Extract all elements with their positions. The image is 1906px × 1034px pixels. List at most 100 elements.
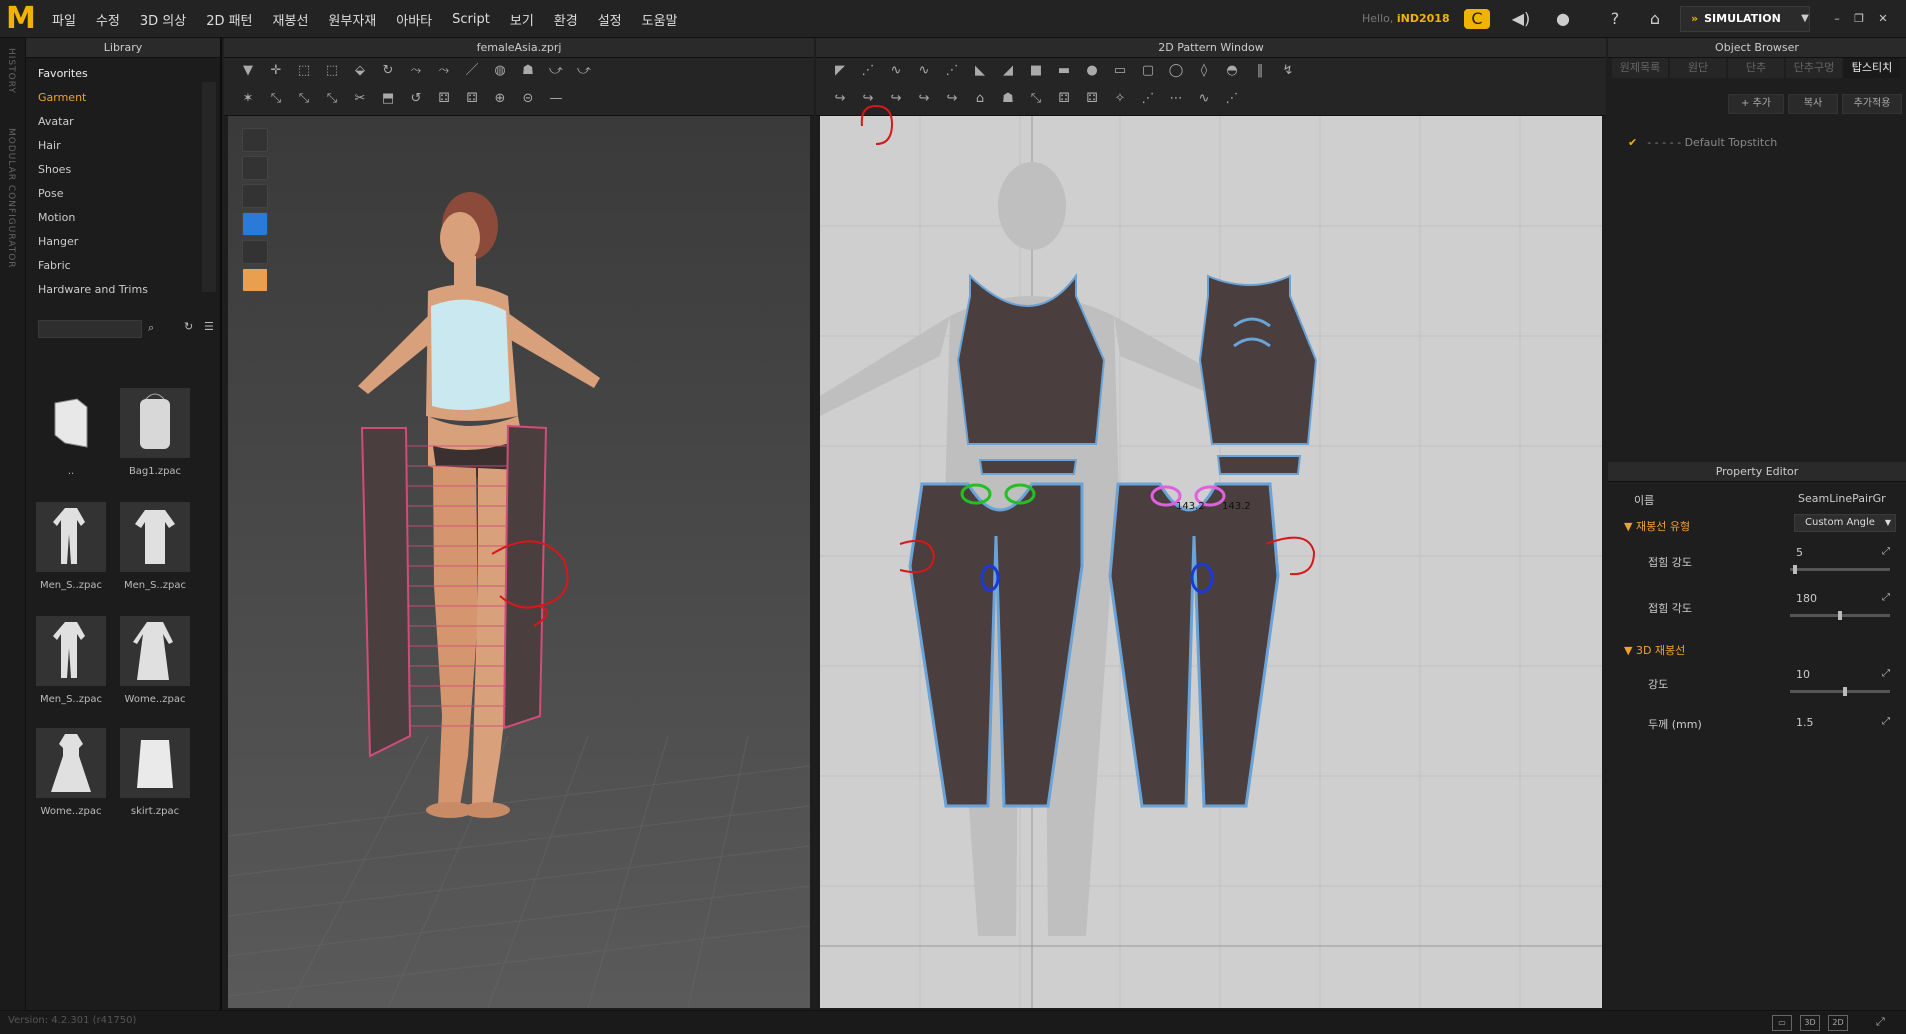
3d-view-button[interactable]: 3D — [1800, 1015, 1820, 1031]
free-topstitch-icon[interactable]: ∿ — [1193, 90, 1215, 108]
fold-tool-icon[interactable]: ⬒ — [377, 90, 399, 108]
box-select-icon[interactable]: ⬚ — [293, 62, 315, 80]
dart-icon[interactable]: ◊ — [1193, 62, 1215, 80]
seam-icon[interactable]: ⤳ — [405, 62, 427, 80]
list-view-icon[interactable]: ☰ — [204, 320, 214, 333]
pin-icon[interactable]: ⤳ — [433, 62, 455, 80]
zipper-icon[interactable]: — — [545, 90, 567, 108]
garment-tool-icon[interactable]: ☗ — [517, 62, 539, 80]
refresh-icon[interactable]: ↻ — [184, 320, 193, 333]
menu-materials[interactable]: 원부자재 — [328, 10, 376, 29]
3d-viewport[interactable] — [227, 116, 811, 1009]
strength-value[interactable]: 10 — [1796, 668, 1810, 681]
edit-point-icon[interactable]: ⋰ — [857, 62, 879, 80]
fold-angle-value[interactable]: 180 — [1796, 592, 1817, 605]
library-file[interactable]: skirt.zpac — [120, 728, 190, 817]
tape-icon[interactable]: ⤡ — [293, 90, 315, 108]
back-bodice-pattern[interactable] — [1198, 274, 1318, 445]
highlight-icon[interactable]: ✧ — [1109, 90, 1131, 108]
texture-tool-icon[interactable]: ⤡ — [1025, 90, 1047, 108]
restore-icon[interactable]: ❐ — [1848, 9, 1870, 29]
history-tab[interactable]: HISTORY — [6, 48, 16, 94]
internal-rect-icon[interactable]: ▢ — [1137, 62, 1159, 80]
person-icon[interactable]: ● — [1552, 9, 1574, 29]
library-file[interactable]: Wome..zpac — [36, 728, 106, 817]
segment-topstitch-icon[interactable]: ⋯ — [1165, 90, 1187, 108]
close-icon[interactable]: ✕ — [1872, 9, 1894, 29]
library-favorites[interactable]: Favorites — [26, 62, 200, 86]
texture-view-icon[interactable] — [242, 212, 268, 236]
name-value[interactable]: SeamLinePairGr — [1798, 492, 1886, 505]
sew-fold-icon[interactable]: ↪ — [913, 90, 935, 108]
menu-settings[interactable]: 설정 — [598, 10, 622, 29]
simulation-button[interactable]: » SIMULATION — [1680, 6, 1810, 32]
move-icon[interactable]: ✛ — [265, 62, 287, 80]
add-point-icon[interactable]: ⋰ — [941, 62, 963, 80]
seam-type-select[interactable]: Custom Angle ▼ — [1794, 514, 1896, 532]
menu-avatar[interactable]: 아바타 — [396, 10, 432, 29]
library-item[interactable]: Hanger — [26, 230, 200, 254]
fabric-tool-icon[interactable]: ☗ — [997, 90, 1019, 108]
menu-edit[interactable]: 수정 — [96, 10, 120, 29]
menu-view[interactable]: 보기 — [510, 10, 534, 29]
shading-icon[interactable] — [242, 240, 268, 264]
texture-icon[interactable]: ⚃ — [433, 90, 455, 108]
fold-strength-slider[interactable] — [1790, 565, 1890, 574]
menu-file[interactable]: 파일 — [52, 10, 76, 29]
pattern-grid-icon[interactable]: ⚃ — [1081, 90, 1103, 108]
rect-fill-icon[interactable]: ■ — [1025, 62, 1047, 80]
rotate-icon[interactable]: ↺ — [405, 90, 427, 108]
pleat-icon[interactable]: ‖ — [1249, 62, 1271, 80]
strength-slider[interactable] — [1790, 687, 1890, 696]
menu-script[interactable]: Script — [452, 12, 490, 27]
menu-environment[interactable]: 환경 — [554, 10, 578, 29]
sew-icon[interactable]: ↻ — [377, 62, 399, 80]
fold-icon[interactable]: ⤻ — [545, 62, 567, 80]
library-item[interactable]: Fabric — [26, 254, 200, 278]
tab-buttonhole[interactable]: 단추구멍 — [1786, 58, 1842, 78]
shirt-view-icon[interactable] — [242, 128, 268, 152]
library-item[interactable]: Pose — [26, 182, 200, 206]
library-file[interactable]: Men_S..zpac — [36, 616, 106, 705]
fabric-icon[interactable]: ◍ — [489, 62, 511, 80]
transform-icon[interactable]: ⬚ — [321, 62, 343, 80]
reset-icon[interactable]: ⤢ — [1882, 716, 1890, 727]
iron-icon[interactable]: ⌂ — [969, 90, 991, 108]
2d-select-icon[interactable]: ◤ — [829, 62, 851, 80]
select-icon[interactable]: ▼ — [237, 62, 259, 80]
library-file[interactable]: Men_S..zpac — [36, 502, 106, 591]
section-3d-seam[interactable]: ▼ 3D 재봉선 — [1624, 642, 1685, 658]
avatar-skin-icon[interactable] — [242, 268, 268, 292]
line-icon[interactable]: ／ — [461, 62, 483, 80]
split-view-button[interactable]: ▭ — [1772, 1015, 1792, 1031]
tab-fabric[interactable]: 원단 — [1670, 58, 1726, 78]
speaker-icon[interactable]: ◀) — [1510, 9, 1532, 29]
circle-icon[interactable]: ● — [1081, 62, 1103, 80]
measure-icon[interactable]: ⤡ — [265, 90, 287, 108]
thickness-value[interactable]: 1.5 — [1796, 716, 1814, 729]
segment-sew-icon[interactable]: ↪ — [829, 90, 851, 108]
user-name[interactable]: iND2018 — [1397, 12, 1450, 25]
library-file[interactable]: Bag1.zpac — [120, 388, 190, 477]
back-band-pattern[interactable] — [1216, 455, 1302, 475]
app-logo[interactable]: M — [6, 3, 36, 35]
avatar-pose-icon[interactable]: ✶ — [237, 90, 259, 108]
reset-icon[interactable]: ⤢ — [1882, 592, 1890, 603]
add-applied-button[interactable]: 추가적용 — [1842, 94, 1902, 114]
fold-strength-value[interactable]: 5 — [1796, 546, 1803, 559]
avatar-view-icon[interactable] — [242, 184, 268, 208]
polygon-icon[interactable]: ◢ — [997, 62, 1019, 80]
reset-icon[interactable]: ⤢ — [1882, 668, 1890, 679]
front-band-pattern[interactable] — [978, 459, 1078, 475]
trace-icon[interactable]: ◓ — [1221, 62, 1243, 80]
slider-handle[interactable] — [1843, 687, 1847, 696]
search-icon[interactable]: ⌕ — [148, 321, 154, 335]
graphic-icon[interactable]: ⚃ — [1053, 90, 1075, 108]
minimize-icon[interactable]: – — [1826, 9, 1848, 29]
buttonhole-icon[interactable]: ⊝ — [517, 90, 539, 108]
2d-view-button[interactable]: 2D — [1828, 1015, 1848, 1031]
menu-3d-garment[interactable]: 3D 의상 — [140, 10, 186, 29]
expand-icon[interactable]: ⤢ — [1876, 1015, 1885, 1029]
tab-fabric-list[interactable]: 원제목록 — [1612, 58, 1668, 78]
slider-handle[interactable] — [1838, 611, 1842, 620]
